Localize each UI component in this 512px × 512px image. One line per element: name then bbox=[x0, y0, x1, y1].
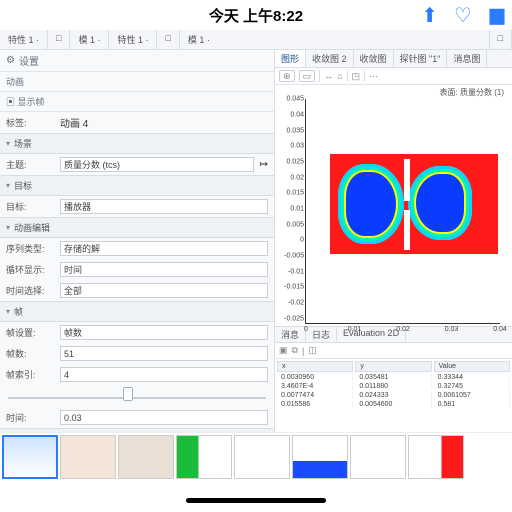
section-play[interactable]: 播放 bbox=[0, 428, 274, 432]
table-export-icon[interactable]: ▣ bbox=[279, 345, 288, 356]
share-icon[interactable]: ⬆︎ bbox=[421, 3, 438, 28]
table-row: 0.0155860.00546000.581 bbox=[277, 401, 510, 408]
zoom-icon[interactable]: ⊕ bbox=[279, 70, 295, 82]
chart-area[interactable]: 表面: 质量分数 (1) 0.045 0.04 0.035 0.03 0.025… bbox=[275, 85, 512, 326]
status-bar: 今天 上午8:22 ⬆︎ ♡ ▮▮ bbox=[0, 0, 512, 30]
top-tab[interactable]: □ bbox=[157, 30, 179, 49]
settings-title: ⚙ 设置 bbox=[0, 50, 274, 72]
thumb[interactable] bbox=[234, 435, 290, 479]
eval-table: x y Value 0.00309600.0354810.33344 3.460… bbox=[275, 359, 512, 410]
workspace: ⚙ 设置 动画 ▣ 显示帧 标签: 动画 4 场景 主题: 质量分数 (tcs)… bbox=[0, 50, 512, 432]
tab-conv[interactable]: 收敛图 bbox=[354, 50, 394, 67]
tab-msgplot[interactable]: 消息图 bbox=[447, 50, 487, 67]
plot-toolbar: ⊕ ▭ ↔ ⌂ ◳ ⋯ bbox=[275, 68, 512, 85]
top-tab[interactable]: 特性 1 · bbox=[0, 30, 48, 49]
anim-header: 动画 bbox=[0, 72, 274, 92]
scene-select[interactable]: 质量分数 (tcs) bbox=[60, 157, 254, 172]
plot-tabs: 图形 收敛图 2 收敛图 探针图 "1" 消息图 bbox=[275, 50, 512, 68]
thumb[interactable] bbox=[292, 435, 348, 479]
thumbnail-strip[interactable] bbox=[0, 432, 512, 484]
table-row: 3.4607E-40.0118800.32745 bbox=[277, 383, 510, 390]
tab-messages[interactable]: 消息 bbox=[275, 327, 306, 342]
top-tab[interactable]: 特性 1 · bbox=[109, 30, 157, 49]
chart-title: 表面: 质量分数 (1) bbox=[440, 87, 504, 98]
top-tab[interactable]: 模 1 · bbox=[180, 30, 490, 49]
settings-panel: ⚙ 设置 动画 ▣ 显示帧 标签: 动画 4 场景 主题: 质量分数 (tcs)… bbox=[0, 50, 275, 432]
tab-graphics[interactable]: 图形 bbox=[275, 50, 306, 67]
thumb[interactable] bbox=[60, 435, 116, 479]
target-select[interactable]: 播放器 bbox=[60, 199, 268, 214]
tab-conv2[interactable]: 收敛图 2 bbox=[306, 50, 354, 67]
thumb[interactable] bbox=[176, 435, 232, 479]
app-top-toolbar: 特性 1 · □ 模 1 · 特性 1 · □ 模 1 · □ bbox=[0, 30, 512, 50]
top-tab[interactable]: □ bbox=[48, 30, 70, 49]
thumb[interactable] bbox=[2, 435, 58, 479]
home-indicator[interactable] bbox=[0, 488, 512, 512]
home-icon[interactable]: ⌂ bbox=[337, 71, 342, 81]
frame-setting-select[interactable]: 帧数 bbox=[60, 325, 268, 340]
gear-icon: ⚙ bbox=[6, 55, 15, 66]
tab-probe[interactable]: 探针图 "1" bbox=[394, 50, 448, 67]
thumb[interactable] bbox=[408, 435, 464, 479]
loop-select[interactable]: 时间 bbox=[60, 262, 268, 277]
section-scene[interactable]: 场景 bbox=[0, 133, 274, 154]
showframe-header[interactable]: ▣ 显示帧 bbox=[0, 92, 274, 112]
frame-index-input[interactable] bbox=[60, 367, 268, 382]
frame-slider[interactable] bbox=[0, 385, 274, 407]
section-frame[interactable]: 帧 bbox=[0, 301, 274, 322]
time-select[interactable]: 全部 bbox=[60, 283, 268, 298]
table-row: 0.00774740.0243330.0061057 bbox=[277, 392, 510, 399]
seq-type-select[interactable]: 存储的解 bbox=[60, 241, 268, 256]
eval-table-panel: 消息 日志 Evaluation 2D ▣ ⧉ | ◫ x y Value 0.… bbox=[275, 326, 512, 432]
plot-axes: 0.045 0.04 0.035 0.03 0.025 0.02 0.015 0… bbox=[305, 99, 500, 324]
table-plot-icon[interactable]: ◫ bbox=[308, 345, 317, 356]
table-copy-icon[interactable]: ⧉ bbox=[292, 345, 298, 356]
tab-log[interactable]: 日志 bbox=[306, 327, 337, 342]
section-target[interactable]: 目标 bbox=[0, 175, 274, 196]
anim-name: 动画 4 bbox=[60, 115, 88, 130]
pause-icon[interactable]: ▮▮ bbox=[488, 3, 502, 28]
thumb[interactable] bbox=[118, 435, 174, 479]
camera-icon[interactable]: ◳ bbox=[352, 71, 361, 82]
plot-panel: 图形 收敛图 2 收敛图 探针图 "1" 消息图 ⊕ ▭ ↔ ⌂ ◳ ⋯ 表面:… bbox=[275, 50, 512, 432]
table-row: 0.00309600.0354810.33344 bbox=[277, 374, 510, 381]
top-tab[interactable]: 模 1 · bbox=[70, 30, 109, 49]
time-input[interactable] bbox=[60, 410, 268, 425]
top-tab[interactable]: □ bbox=[490, 30, 512, 49]
table-toolbar: ▣ ⧉ | ◫ bbox=[275, 343, 512, 359]
more-icon[interactable]: ⋯ bbox=[369, 71, 378, 82]
pan-icon[interactable]: ↔ bbox=[324, 71, 333, 81]
heart-icon[interactable]: ♡ bbox=[454, 3, 472, 28]
section-anim-edit[interactable]: 动画编辑 bbox=[0, 217, 274, 238]
label-tag: 标签: bbox=[6, 116, 54, 129]
field-plot bbox=[330, 154, 498, 254]
ref-icon[interactable]: ↦ bbox=[260, 159, 268, 170]
select-icon[interactable]: ▭ bbox=[299, 70, 316, 82]
thumb[interactable] bbox=[350, 435, 406, 479]
frame-count-input[interactable] bbox=[60, 346, 268, 361]
